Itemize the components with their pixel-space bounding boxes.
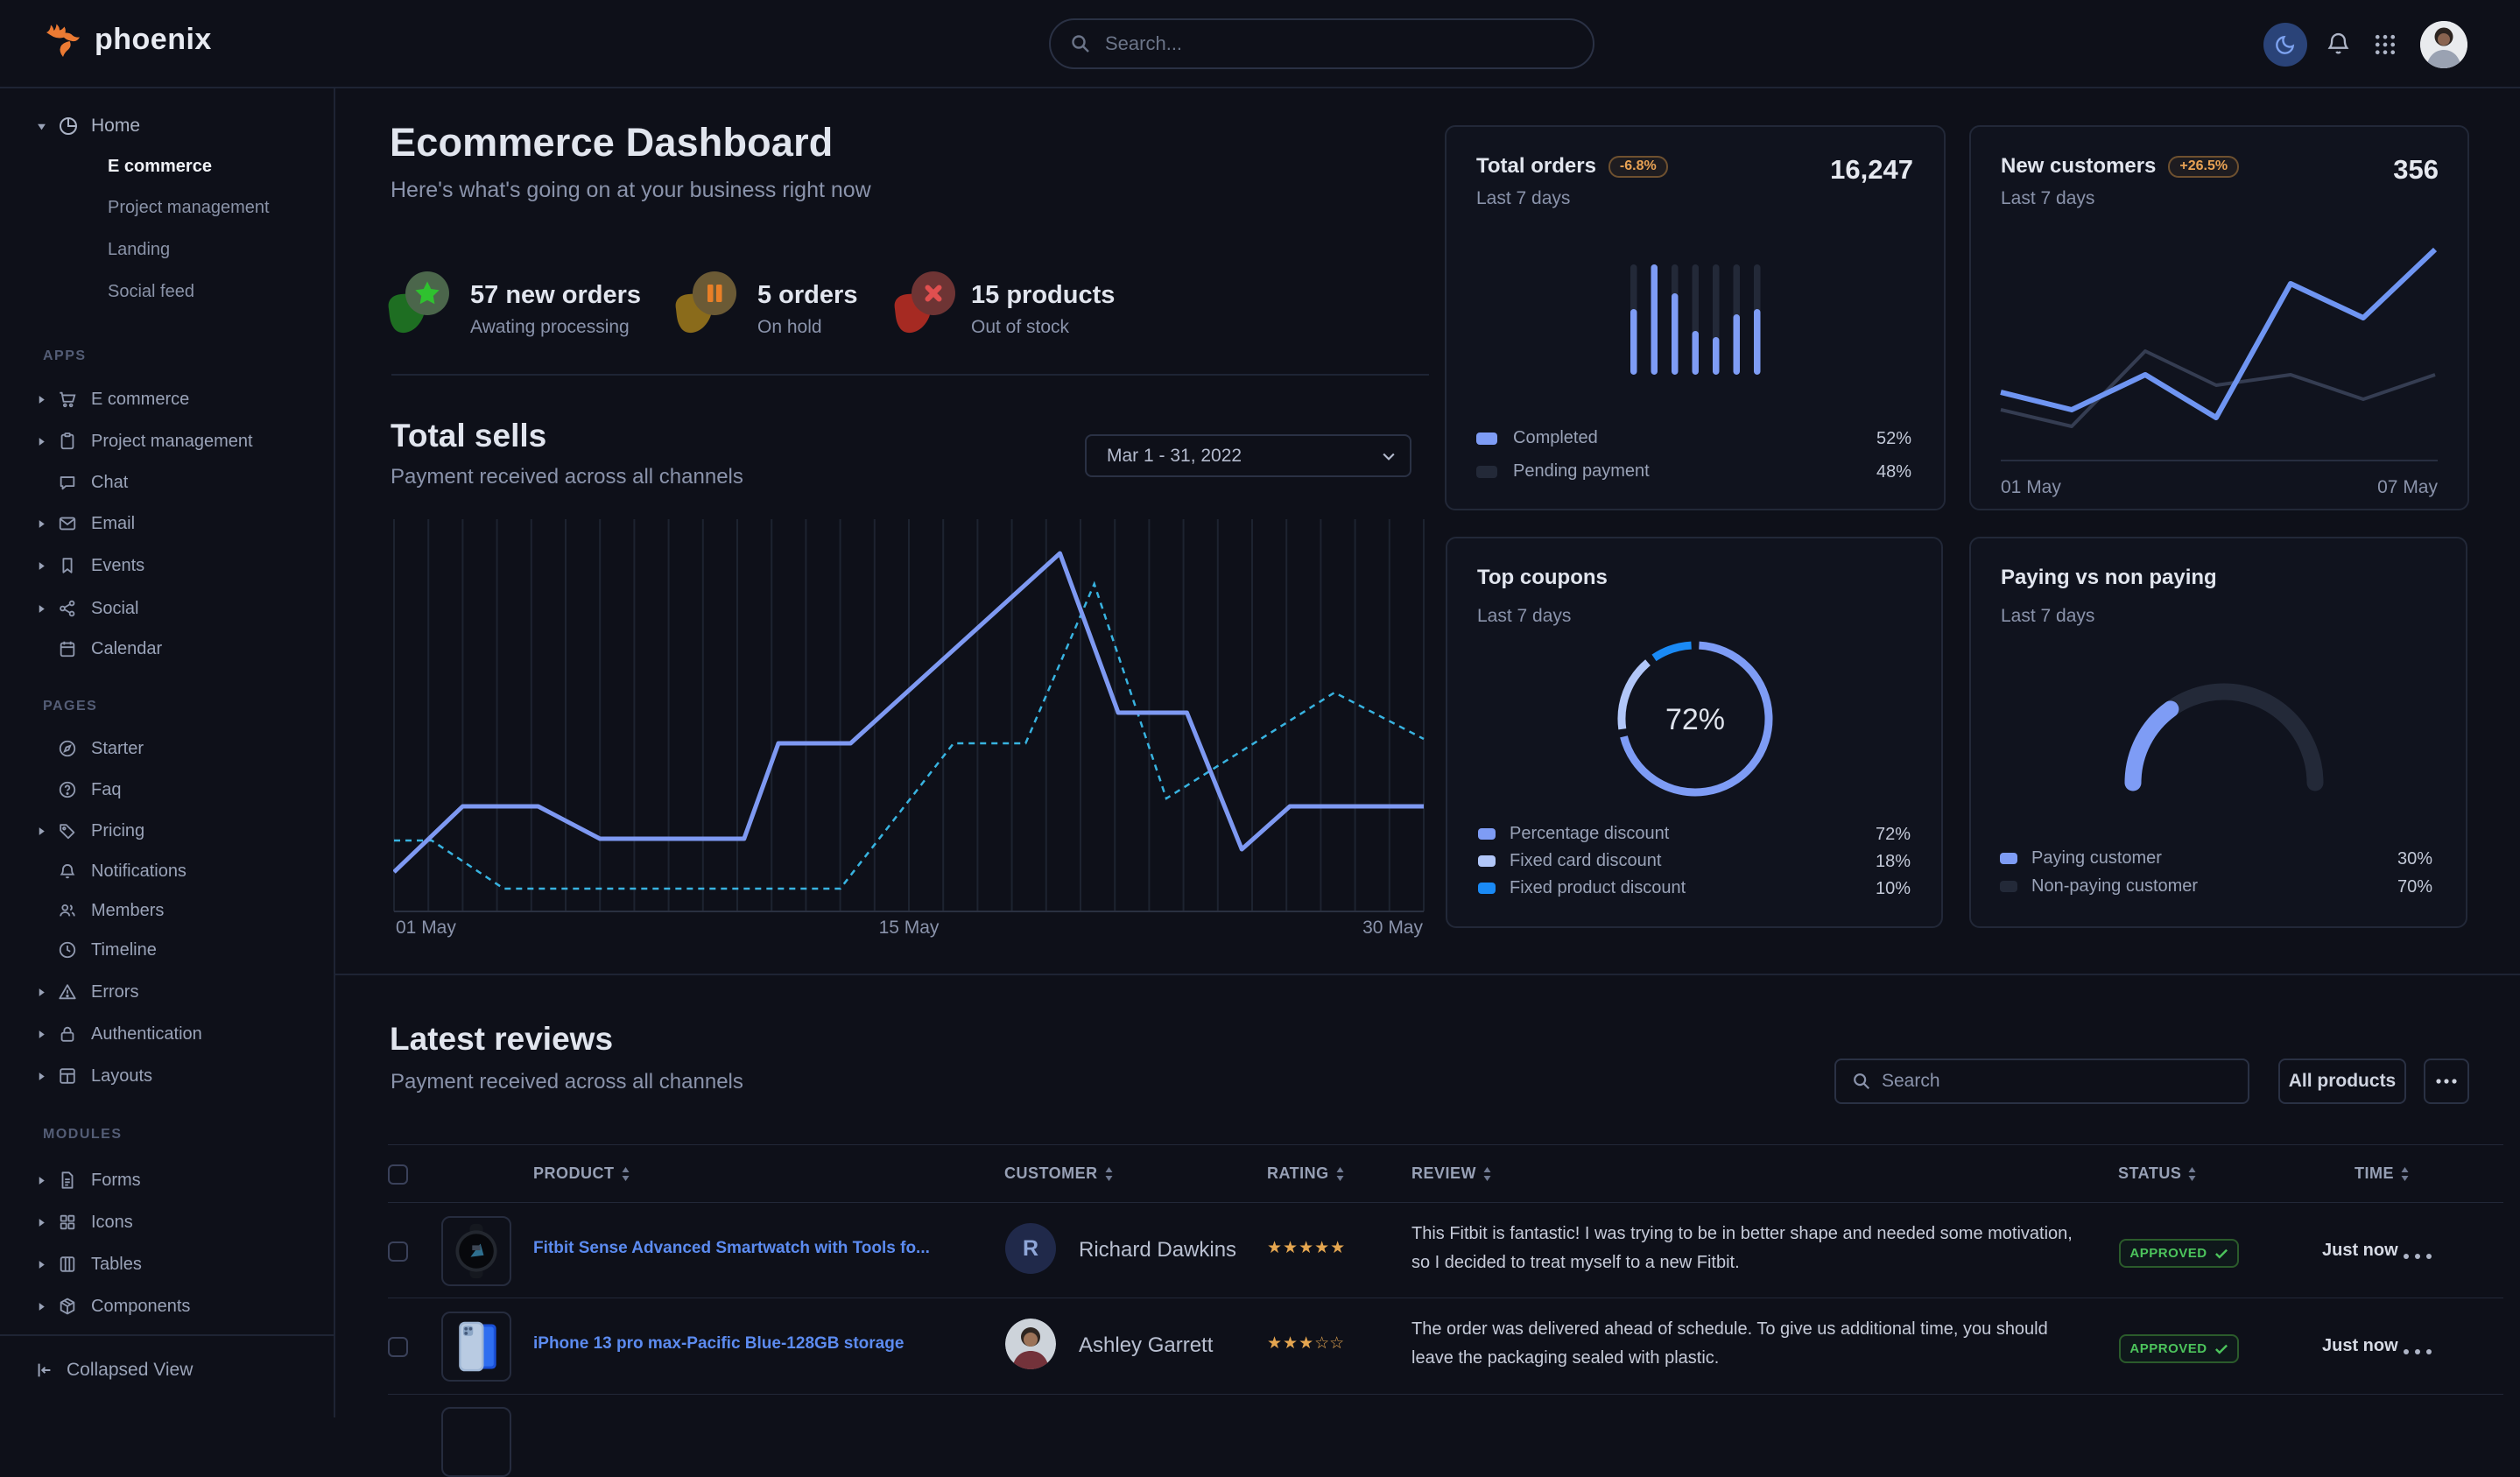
svg-text:07 May: 07 May [2377,477,2438,497]
svg-text:01 May: 01 May [2001,477,2061,497]
svg-text:30 May: 30 May [1362,918,1423,938]
svg-text:01 May: 01 May [396,918,456,938]
svg-text:72%: 72% [1665,703,1725,736]
svg-text:15 May: 15 May [879,918,940,938]
